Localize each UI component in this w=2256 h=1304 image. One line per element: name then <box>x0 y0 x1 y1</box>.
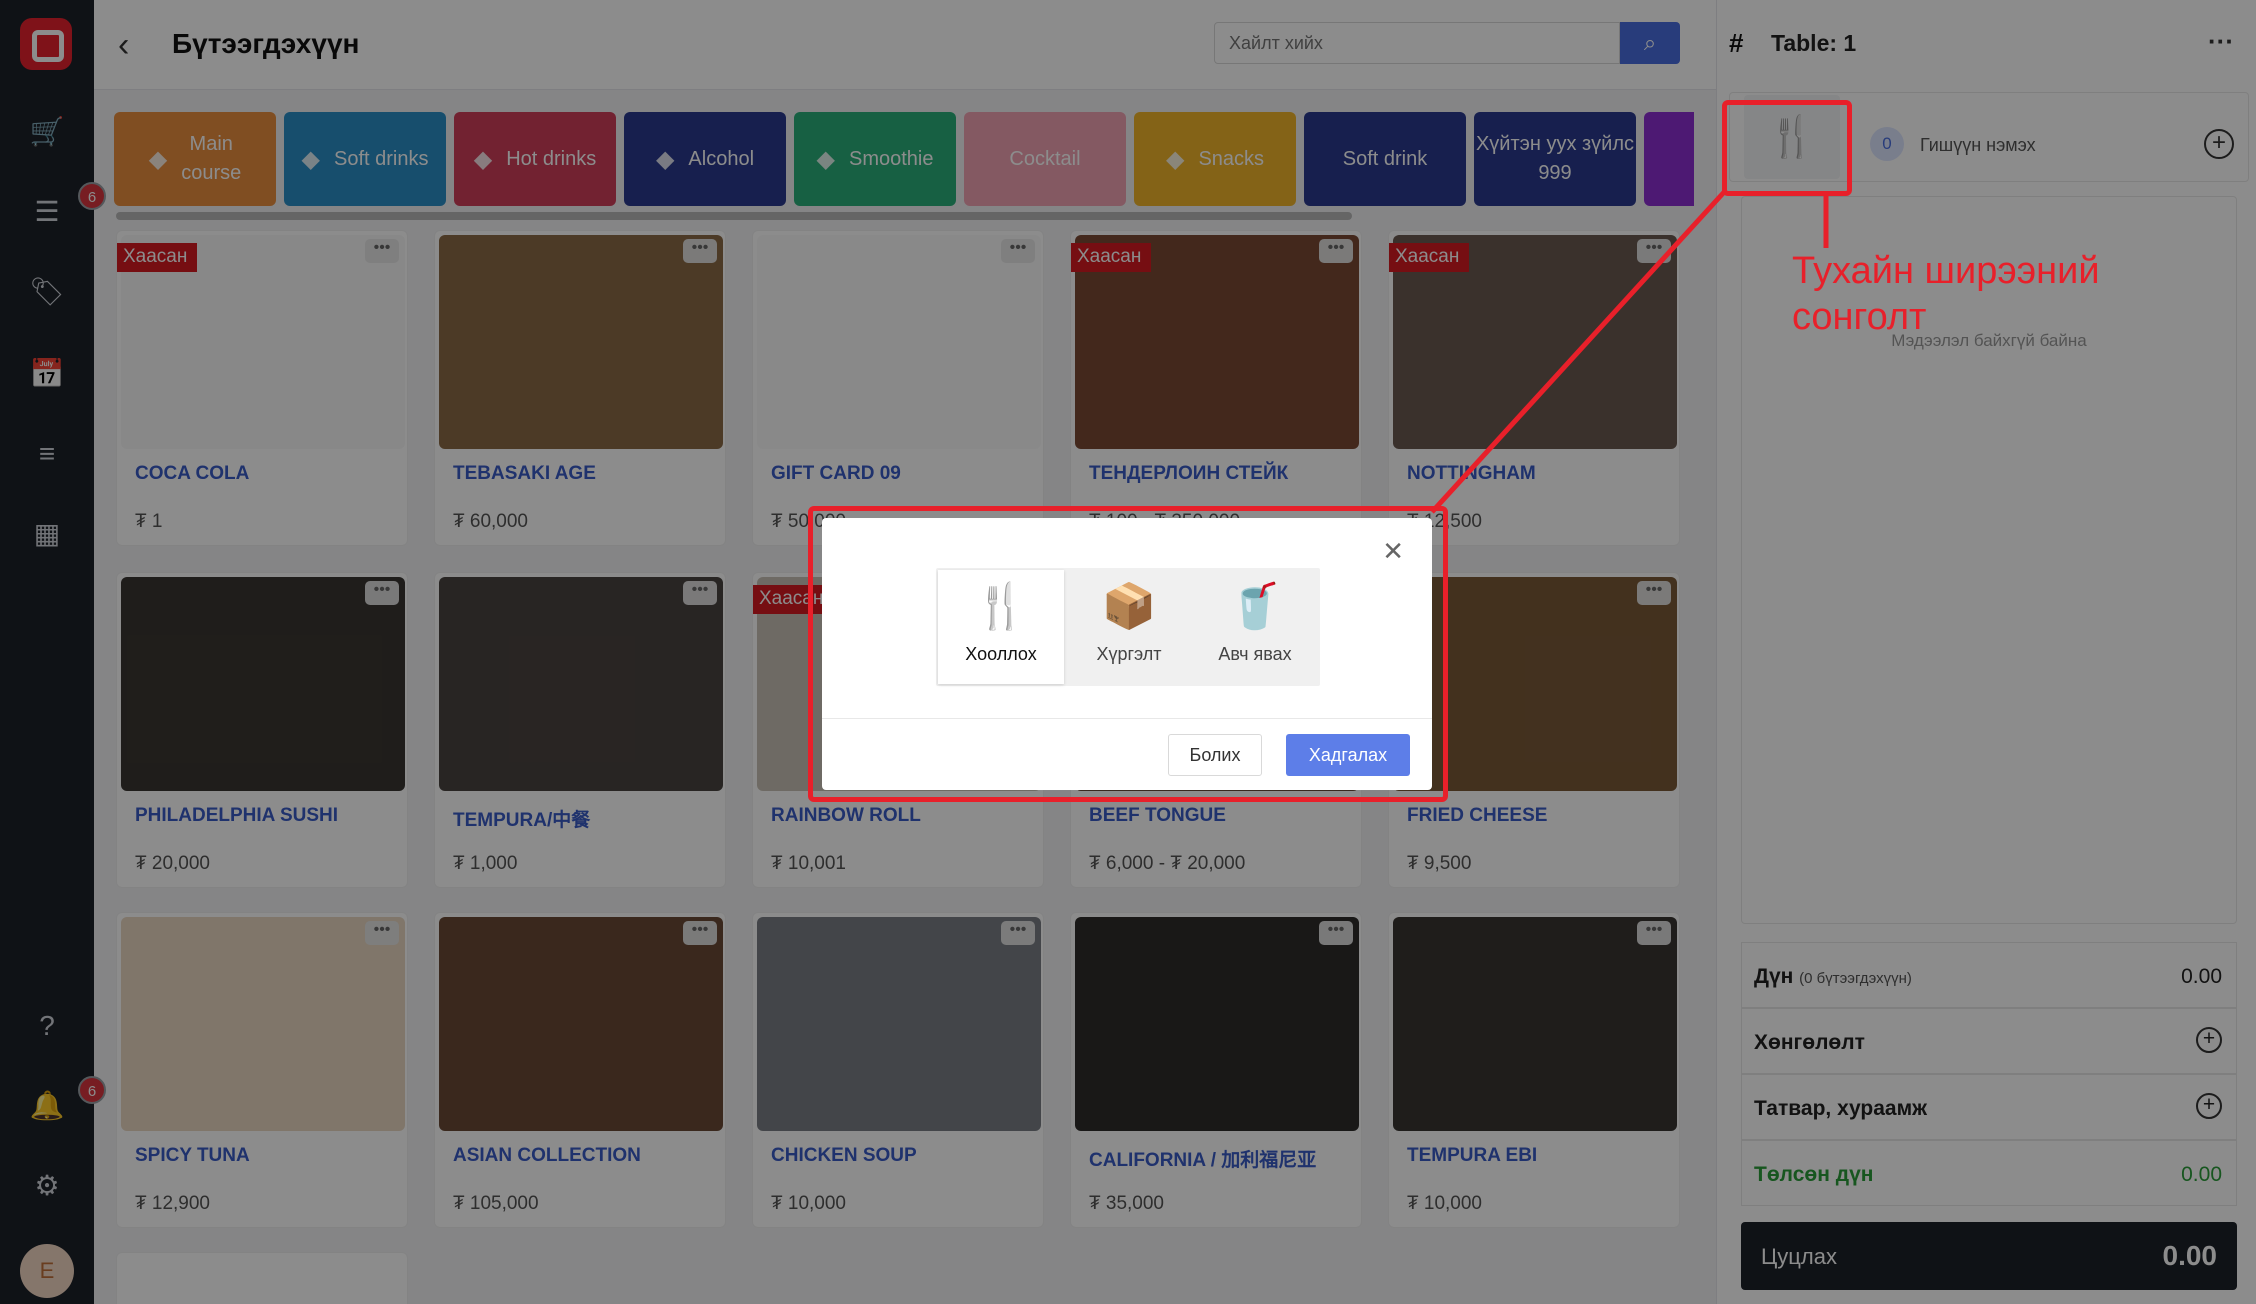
annotation-text: Тухайн ширээний сонголт <box>1792 250 2100 338</box>
annotation-arrows <box>1430 188 1829 514</box>
